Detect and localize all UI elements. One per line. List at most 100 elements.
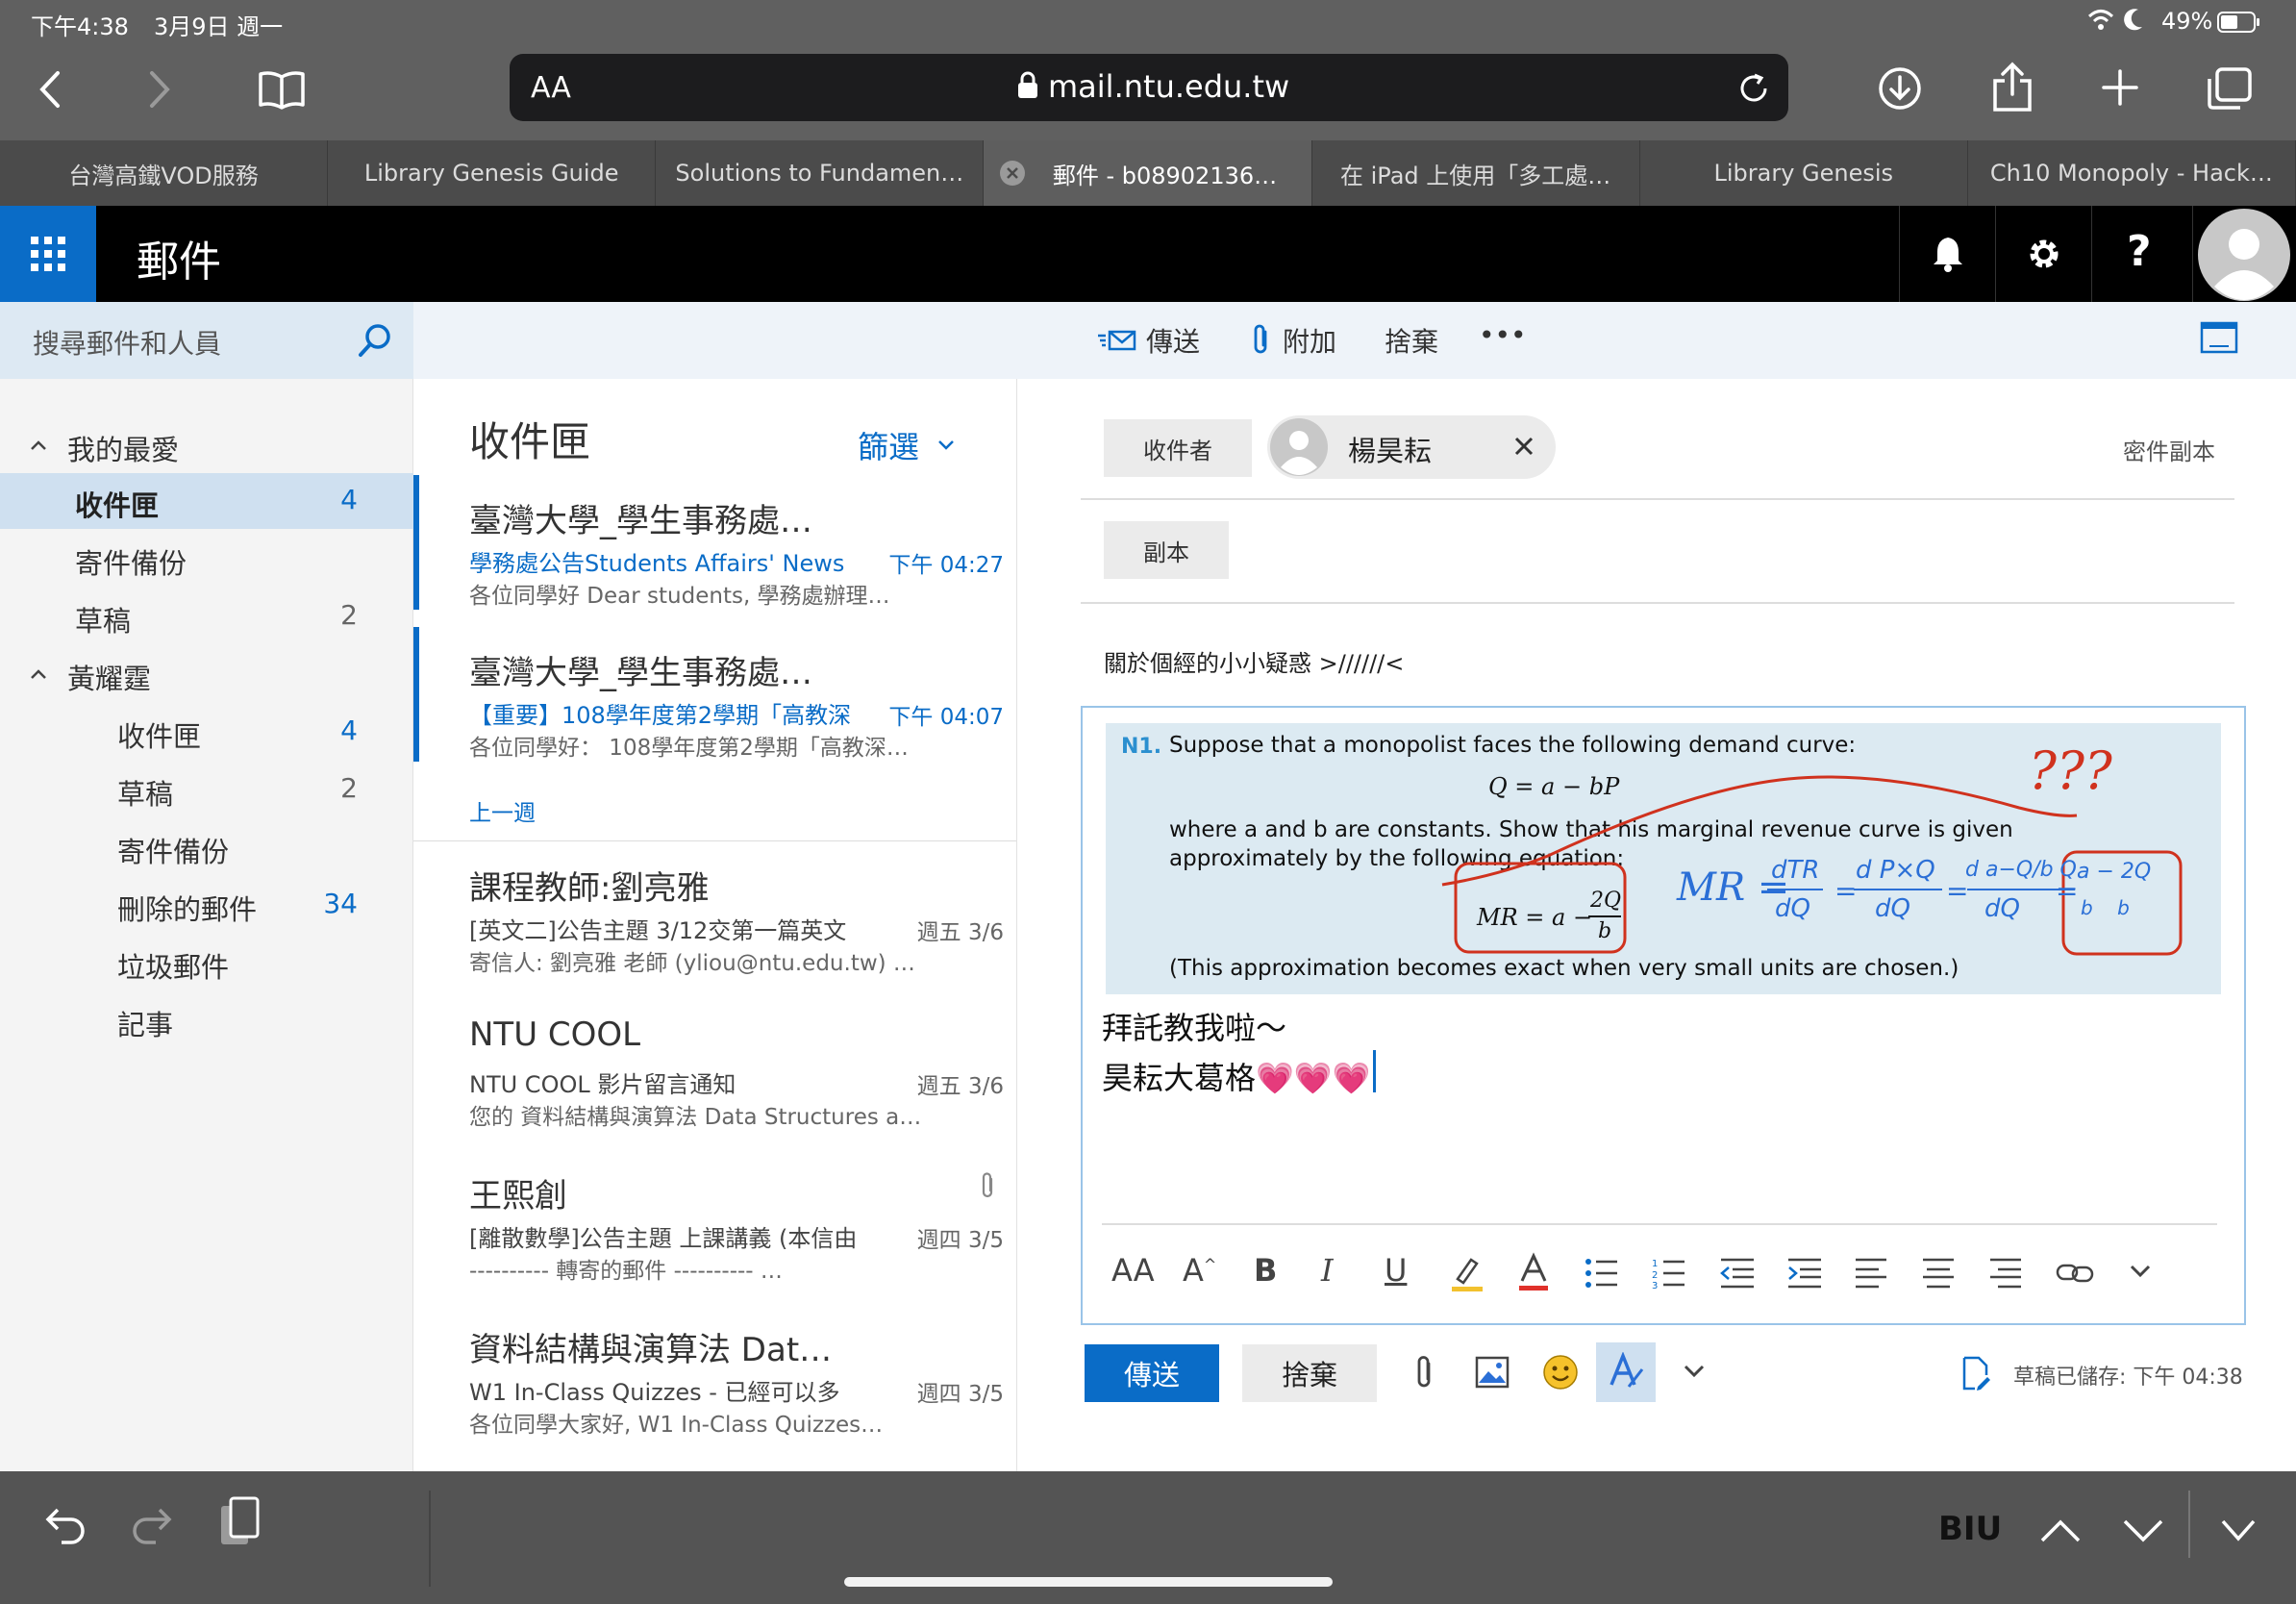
- back-icon[interactable]: [37, 67, 65, 112]
- remove-recipient-icon[interactable]: [1513, 436, 1535, 457]
- message-item[interactable]: NTU COOL NTU COOL 影片留言通知 週五 3/6 您的 資料結構與…: [413, 996, 1016, 1148]
- subject-field[interactable]: 關於個經的小小疑惑 >//////<: [1104, 644, 1404, 678]
- folder-junk[interactable]: 垃圾郵件: [0, 935, 413, 990]
- address-bar[interactable]: AA mail.ntu.edu.tw: [510, 54, 1788, 121]
- folder-sent[interactable]: 寄件備份: [0, 819, 413, 875]
- to-button[interactable]: 收件者: [1104, 419, 1252, 477]
- folder-fav-drafts[interactable]: 草稿 2: [0, 589, 413, 644]
- send-command[interactable]: 傳送: [1098, 321, 1200, 360]
- font-color-icon[interactable]: [1517, 1252, 1550, 1292]
- tab-thsr[interactable]: 台灣高鐵VOD服務: [0, 140, 329, 206]
- bold-icon[interactable]: B: [1254, 1252, 1277, 1289]
- keyboard-shortcut-bar: BIU: [0, 1471, 2296, 1604]
- reload-icon[interactable]: [1736, 71, 1771, 106]
- unread-count: 4: [340, 714, 358, 746]
- message-subject: [離散數學]公告主題 上課講義 (本信由: [469, 1225, 858, 1252]
- forward-icon[interactable]: [144, 67, 173, 112]
- message-item[interactable]: 資料結構與演算法 Dat… W1 In-Class Quizzes - 已經可以…: [413, 1304, 1016, 1456]
- close-tab-icon[interactable]: [999, 160, 1026, 187]
- folder-deleted[interactable]: 刪除的郵件 34: [0, 877, 413, 933]
- collapse-chevron-icon[interactable]: [29, 439, 48, 452]
- cc-button[interactable]: 副本: [1104, 521, 1229, 579]
- attach-command[interactable]: 附加: [1250, 321, 1336, 360]
- message-subject: NTU COOL 影片留言通知: [469, 1071, 736, 1098]
- formatting-toggle-button[interactable]: [1596, 1342, 1656, 1402]
- avatar-icon: [2197, 208, 2291, 302]
- highlight-icon[interactable]: [1450, 1254, 1485, 1292]
- align-center-icon[interactable]: [1921, 1258, 1956, 1289]
- collapse-chevron-icon[interactable]: [29, 667, 48, 681]
- favorites-group[interactable]: 我的最愛: [0, 417, 413, 473]
- download-icon[interactable]: [1877, 65, 1923, 112]
- message-list: 收件匣 篩選 臺灣大學_學生事務處… 學務處公告Students Affairs…: [413, 379, 1017, 1471]
- dismiss-keyboard-chevron-icon[interactable]: [2219, 1517, 2258, 1544]
- folder-inbox[interactable]: 收件匣 4: [0, 704, 413, 760]
- folder-pane: 我的最愛 收件匣 4 寄件備份 草稿 2 黃耀霆 收件匣 4 草稿 2 寄件備份…: [0, 379, 413, 1471]
- paste-icon[interactable]: [217, 1496, 262, 1548]
- insert-picture-icon[interactable]: [1475, 1356, 1510, 1389]
- bullet-list-icon[interactable]: [1585, 1258, 1619, 1289]
- settings-button[interactable]: [1995, 206, 2091, 302]
- link-icon[interactable]: [2056, 1260, 2094, 1287]
- message-preview: ---------- 轉寄的郵件 ---------- …: [469, 1259, 783, 1284]
- font-size-icon[interactable]: AA: [1111, 1252, 1155, 1289]
- tabs-overview-icon[interactable]: [2206, 65, 2254, 112]
- account-avatar[interactable]: [2192, 206, 2296, 302]
- tab-libgen-guide[interactable]: Library Genesis Guide: [328, 140, 657, 206]
- app-launcher-button[interactable]: [0, 206, 96, 302]
- message-item[interactable]: 臺灣大學_學生事務處… 【重要】108學年度第2學期「高教深 下午 04:07 …: [413, 627, 1016, 779]
- list-title: 收件匣: [469, 418, 591, 465]
- biu-format-button[interactable]: BIU: [1938, 1510, 2002, 1548]
- tab-mail[interactable]: 郵件 - b08902136…: [984, 140, 1312, 206]
- annotation-fraction-num: d P×Q: [1856, 856, 1935, 885]
- increase-indent-icon[interactable]: [1786, 1258, 1823, 1289]
- search-input[interactable]: 搜尋郵件和人員: [33, 323, 221, 362]
- bcc-link[interactable]: 密件副本: [2123, 433, 2215, 466]
- folder-notes[interactable]: 記事: [0, 992, 413, 1048]
- align-left-icon[interactable]: [1854, 1258, 1888, 1289]
- discard-command[interactable]: 捨棄: [1385, 321, 1438, 360]
- reader-aa-button[interactable]: AA: [531, 71, 571, 105]
- new-tab-icon[interactable]: [2100, 67, 2140, 108]
- folder-drafts[interactable]: 草稿 2: [0, 762, 413, 817]
- more-options-chevron-icon[interactable]: [1683, 1364, 1706, 1379]
- tab-libgen[interactable]: Library Genesis: [1640, 140, 1968, 206]
- tab-monopoly[interactable]: Ch10 Monopoly - Hack…: [1968, 140, 2296, 206]
- previous-field-chevron-up-icon[interactable]: [2038, 1517, 2083, 1544]
- decrease-indent-icon[interactable]: [1719, 1258, 1756, 1289]
- undo-icon[interactable]: [44, 1502, 87, 1544]
- message-date: 週四 3/5: [916, 1228, 1004, 1253]
- send-button[interactable]: 傳送: [1085, 1344, 1219, 1402]
- attach-file-icon[interactable]: [1413, 1354, 1435, 1392]
- folder-fav-inbox[interactable]: 收件匣 4: [0, 473, 413, 529]
- align-right-icon[interactable]: [1988, 1258, 2023, 1289]
- message-item[interactable]: 課程教師:劉亮雅 [英文二]公告主題 3/12交第一篇英文 週五 3/6 寄信人…: [413, 842, 1016, 994]
- notifications-button[interactable]: [1899, 206, 1995, 302]
- numbered-list-icon[interactable]: 123: [1652, 1258, 1686, 1289]
- message-item[interactable]: 王熙創 [離散數學]公告主題 上課講義 (本信由 週四 3/5 --------…: [413, 1150, 1016, 1302]
- account-group[interactable]: 黃耀霆: [0, 646, 413, 702]
- share-icon[interactable]: [1990, 62, 2034, 113]
- grow-font-icon[interactable]: A^: [1183, 1252, 1216, 1289]
- popout-icon[interactable]: [2200, 321, 2238, 356]
- message-date: 週四 3/5: [916, 1382, 1004, 1407]
- search-box[interactable]: 搜尋郵件和人員: [0, 302, 413, 379]
- more-formatting-chevron-icon[interactable]: [2129, 1264, 2152, 1279]
- emoji-icon[interactable]: [1542, 1354, 1579, 1391]
- message-item[interactable]: 臺灣大學_學生事務處… 學務處公告Students Affairs' News …: [413, 475, 1016, 627]
- send-button-label: 傳送: [1123, 1359, 1180, 1391]
- recipient-chip[interactable]: 楊昊耘: [1267, 415, 1556, 479]
- italic-icon[interactable]: I: [1321, 1252, 1334, 1289]
- more-options-button[interactable]: •••: [1479, 319, 1527, 351]
- filter-button[interactable]: 篩選: [858, 423, 956, 467]
- help-button[interactable]: ?: [2091, 206, 2187, 302]
- next-field-chevron-down-icon[interactable]: [2121, 1517, 2165, 1544]
- search-icon[interactable]: [358, 323, 392, 358]
- redo-icon[interactable]: [131, 1502, 173, 1544]
- underline-icon[interactable]: U: [1385, 1252, 1407, 1289]
- bookmarks-icon[interactable]: [258, 69, 306, 110]
- tab-ipad-multitask[interactable]: 在 iPad 上使用「多工處…: [1312, 140, 1640, 206]
- folder-fav-sent[interactable]: 寄件備份: [0, 531, 413, 587]
- discard-button[interactable]: 捨棄: [1242, 1344, 1377, 1402]
- tab-solutions[interactable]: Solutions to Fundamen…: [656, 140, 985, 206]
